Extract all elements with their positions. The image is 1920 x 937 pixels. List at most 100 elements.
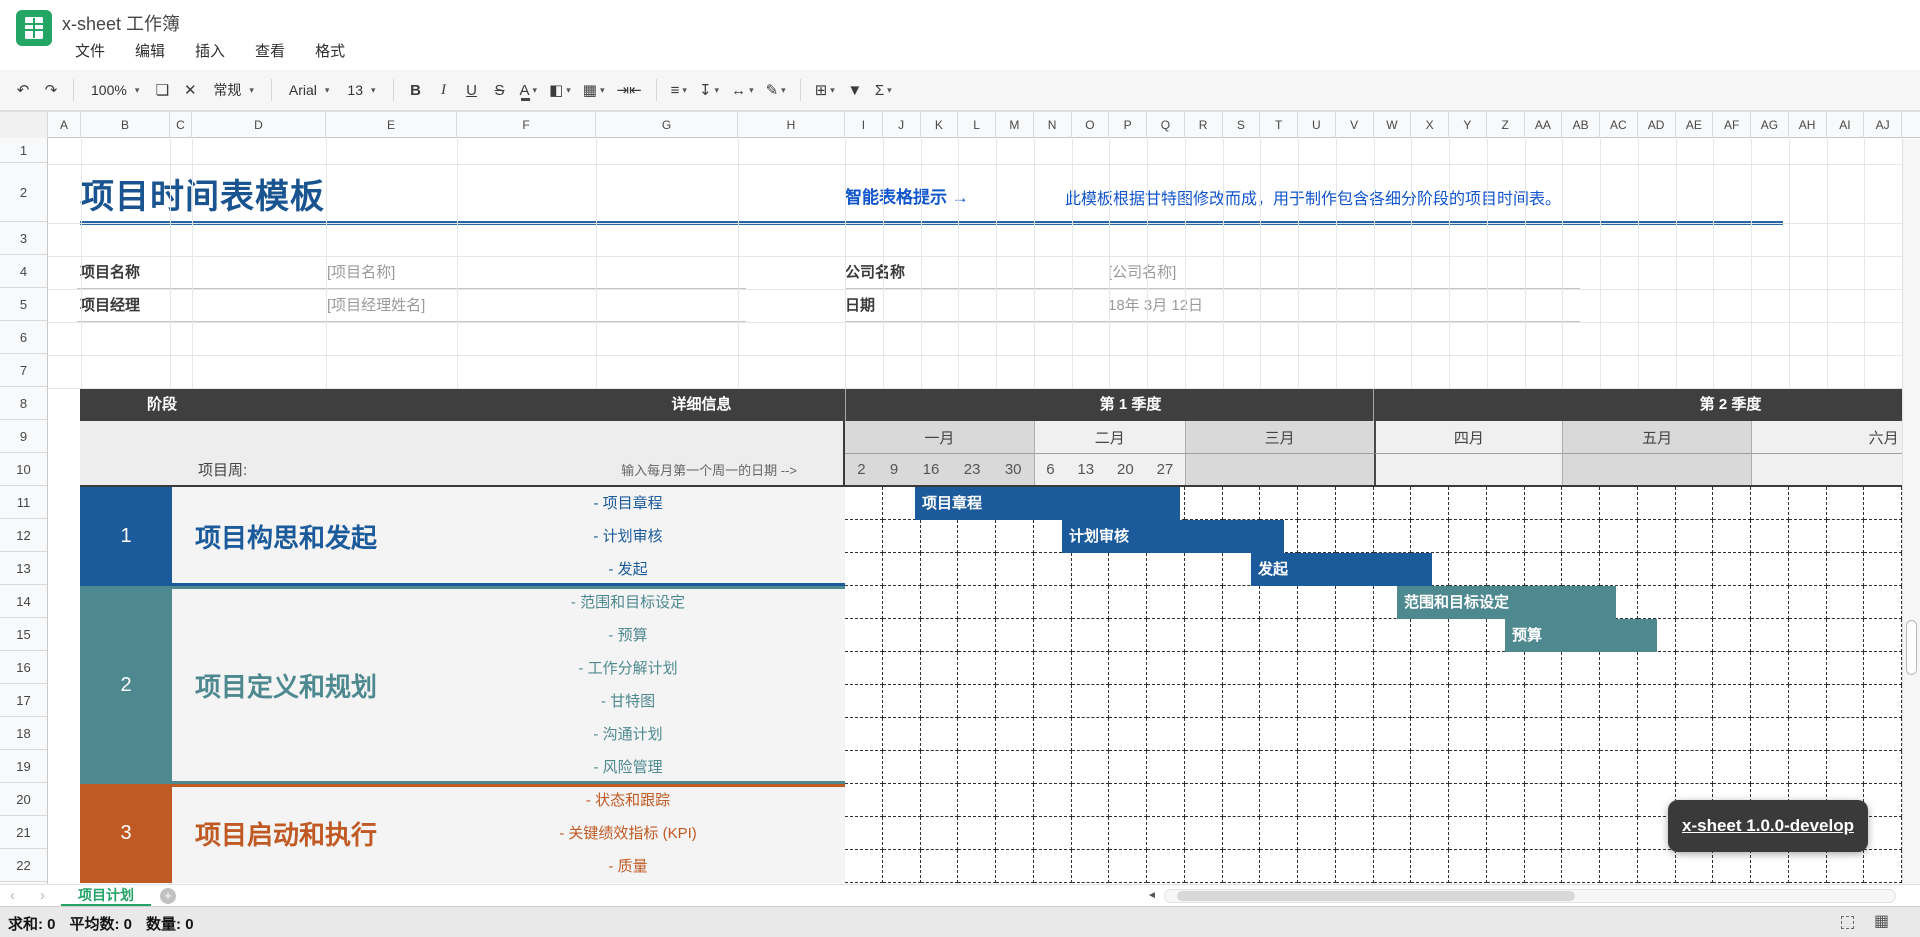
grid-cell[interactable] (1864, 520, 1902, 553)
grid-cell[interactable] (1034, 718, 1072, 751)
grid-cell[interactable] (1260, 586, 1298, 619)
grid-cell[interactable] (1487, 850, 1525, 883)
column-header-V[interactable]: V (1336, 112, 1374, 138)
column-header-T[interactable]: T (1260, 112, 1298, 138)
grid-cell[interactable] (1864, 652, 1902, 685)
grid-cell[interactable] (1789, 718, 1827, 751)
grid-cell[interactable] (1638, 652, 1676, 685)
grid-cell[interactable] (1676, 751, 1714, 784)
grid-cell[interactable] (958, 850, 996, 883)
grid-cell[interactable] (1600, 685, 1638, 718)
grid-cell[interactable] (1260, 487, 1298, 520)
column-header-AA[interactable]: AA (1525, 112, 1563, 138)
column-header-A[interactable]: A (48, 112, 81, 138)
menu-item-插入[interactable]: 插入 (191, 38, 229, 63)
grid-cell[interactable] (1789, 619, 1827, 652)
grid-cell[interactable] (1713, 586, 1751, 619)
text-overflow-icon[interactable]: ↔▾ (728, 77, 757, 103)
grid-cell[interactable] (1034, 685, 1072, 718)
grid-cell[interactable] (1487, 718, 1525, 751)
grid-cell[interactable] (958, 619, 996, 652)
number-format-select[interactable]: 常规▾ (207, 77, 260, 103)
grid-cell[interactable] (1751, 685, 1789, 718)
grid-cell[interactable] (1562, 850, 1600, 883)
grid-cell[interactable] (1223, 586, 1261, 619)
grid-cell[interactable] (1411, 784, 1449, 817)
column-header-AH[interactable]: AH (1789, 112, 1827, 138)
grid-view-icon[interactable]: ▦ (1874, 911, 1889, 931)
row-header-20[interactable]: 20 (0, 783, 47, 816)
row-header-1[interactable]: 1 (0, 138, 47, 163)
column-header-I[interactable]: I (845, 112, 883, 138)
grid-cell[interactable] (1411, 817, 1449, 850)
grid-cell[interactable] (1072, 652, 1110, 685)
row-header-11[interactable]: 11 (0, 486, 47, 519)
grid-cell[interactable] (1185, 850, 1223, 883)
row-header-6[interactable]: 6 (0, 321, 47, 354)
grid-cell[interactable] (1638, 718, 1676, 751)
row-header-18[interactable]: 18 (0, 717, 47, 750)
grid-cell[interactable] (1638, 586, 1676, 619)
grid-cell[interactable] (1109, 718, 1147, 751)
grid-cell[interactable] (1864, 850, 1902, 883)
grid-cell[interactable] (1223, 487, 1261, 520)
grid-cell[interactable] (1034, 586, 1072, 619)
column-header-O[interactable]: O (1072, 112, 1110, 138)
grid-cell[interactable] (1487, 487, 1525, 520)
column-header-R[interactable]: R (1185, 112, 1223, 138)
grid-cell[interactable] (921, 718, 959, 751)
grid-cell[interactable] (1449, 619, 1487, 652)
grid-cell[interactable] (1449, 817, 1487, 850)
grid-cell[interactable] (1864, 718, 1902, 751)
grid-cell[interactable] (1789, 751, 1827, 784)
column-header-AE[interactable]: AE (1676, 112, 1714, 138)
grid-cell[interactable] (958, 718, 996, 751)
grid-cell[interactable] (883, 586, 921, 619)
text-color-icon[interactable]: A▾ (517, 77, 541, 103)
font-size-select[interactable]: 13▾ (341, 77, 381, 103)
row-header-21[interactable]: 21 (0, 816, 47, 849)
grid-cell[interactable] (958, 817, 996, 850)
grid-cell[interactable] (1185, 487, 1223, 520)
grid-cell[interactable] (1374, 751, 1412, 784)
grid-cell[interactable] (1638, 553, 1676, 586)
grid-cell[interactable] (1449, 751, 1487, 784)
grid-cell[interactable] (996, 850, 1034, 883)
row-header-5[interactable]: 5 (0, 288, 47, 321)
gantt-bar-项目章程[interactable]: 项目章程 (915, 487, 1180, 520)
grid-cell[interactable] (1676, 685, 1714, 718)
grid-cell[interactable] (1411, 718, 1449, 751)
clear-format-icon[interactable]: ✕ (179, 77, 201, 103)
grid-cell[interactable] (883, 652, 921, 685)
grid-cell[interactable] (1525, 784, 1563, 817)
grid-cell[interactable] (1147, 817, 1185, 850)
grid-cell[interactable] (1223, 751, 1261, 784)
grid-cell[interactable] (1374, 487, 1412, 520)
grid-cell[interactable] (1072, 817, 1110, 850)
grid-cell[interactable] (1374, 784, 1412, 817)
grid-cell[interactable] (1034, 652, 1072, 685)
grid-cell[interactable] (1562, 553, 1600, 586)
grid-cell[interactable] (1374, 817, 1412, 850)
grid-cell[interactable] (1109, 619, 1147, 652)
grid-cell[interactable] (1298, 850, 1336, 883)
grid-cell[interactable] (1789, 553, 1827, 586)
grid-cell[interactable] (1827, 619, 1865, 652)
grid-cell[interactable] (1751, 487, 1789, 520)
grid-cell[interactable] (1525, 685, 1563, 718)
table-icon[interactable]: ⊞▾ (812, 77, 838, 103)
grid-cell[interactable] (1487, 817, 1525, 850)
grid-cell[interactable] (1147, 586, 1185, 619)
row-header-22[interactable]: 22 (0, 849, 47, 882)
grid-cell[interactable] (1034, 553, 1072, 586)
grid-cell[interactable] (1298, 586, 1336, 619)
grid-cell[interactable] (1751, 619, 1789, 652)
grid-cell[interactable] (1713, 619, 1751, 652)
grid-cell[interactable] (921, 817, 959, 850)
grid-cell[interactable] (1374, 520, 1412, 553)
grid-cell[interactable] (921, 784, 959, 817)
gantt-bar-范围和目标设定[interactable]: 范围和目标设定 (1397, 586, 1616, 619)
grid-cell[interactable] (1827, 487, 1865, 520)
grid-cell[interactable] (921, 586, 959, 619)
grid-cell[interactable] (1827, 652, 1865, 685)
